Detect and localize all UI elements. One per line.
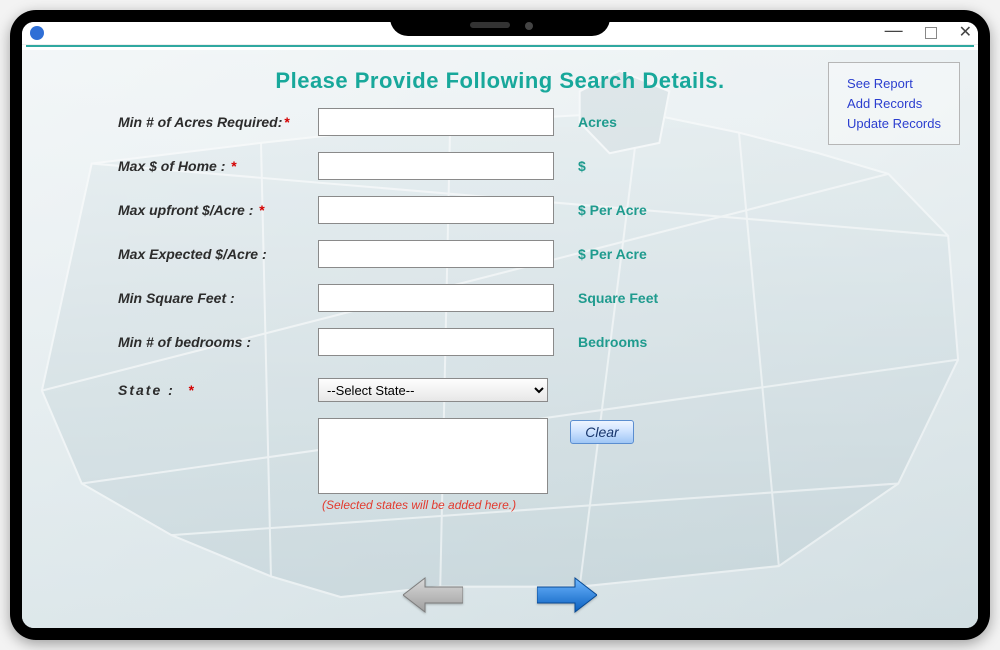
label-min-acres: Min # of Acres Required:* (118, 114, 318, 130)
row-max-expected: Max Expected $/Acre : $ Per Acre (118, 240, 838, 268)
unit-min-acres: Acres (578, 114, 617, 130)
row-min-beds: Min # of bedrooms : Bedrooms (118, 328, 838, 356)
next-button[interactable] (535, 576, 599, 614)
label-min-beds: Min # of bedrooms : (118, 334, 318, 350)
row-max-home: Max $ of Home : * $ (118, 152, 838, 180)
label-max-expected: Max Expected $/Acre : (118, 246, 318, 262)
input-max-expected[interactable] (318, 240, 554, 268)
unit-max-upfront: $ Per Acre (578, 202, 647, 218)
selected-states-listbox[interactable] (318, 418, 548, 494)
row-state: State : * --Select State-- (118, 378, 838, 402)
accent-divider (26, 45, 974, 47)
row-max-upfront: Max upfront $/Acre : * $ Per Acre (118, 196, 838, 224)
unit-min-sqft: Square Feet (578, 290, 658, 306)
search-form: Min # of Acres Required:* Acres Max $ of… (118, 108, 838, 512)
row-min-acres: Min # of Acres Required:* Acres (118, 108, 838, 136)
device-frame: — ✕ (10, 10, 990, 640)
window-controls: — ✕ (885, 24, 972, 42)
input-min-acres[interactable] (318, 108, 554, 136)
input-min-sqft[interactable] (318, 284, 554, 312)
device-notch (390, 10, 610, 36)
unit-max-expected: $ Per Acre (578, 246, 647, 262)
clear-button[interactable]: Clear (570, 420, 634, 444)
selected-states-note: (Selected states will be added here.) (322, 498, 548, 512)
selected-states-area: (Selected states will be added here.) Cl… (318, 418, 838, 512)
row-min-sqft: Min Square Feet : Square Feet (118, 284, 838, 312)
label-max-upfront: Max upfront $/Acre : * (118, 202, 318, 218)
arrow-right-icon (537, 576, 597, 614)
see-report-link[interactable]: See Report (847, 76, 941, 91)
select-state[interactable]: --Select State-- (318, 378, 548, 402)
update-records-link[interactable]: Update Records (847, 116, 941, 131)
add-records-link[interactable]: Add Records (847, 96, 941, 111)
minimize-icon[interactable]: — (885, 22, 903, 39)
app-window: — ✕ (22, 22, 978, 628)
quick-links-panel: See Report Add Records Update Records (828, 62, 960, 145)
app-icon (30, 26, 44, 40)
close-icon[interactable]: ✕ (959, 24, 972, 42)
arrow-left-icon (403, 576, 463, 614)
label-state: State : * (118, 382, 318, 398)
maximize-icon[interactable] (925, 27, 937, 39)
label-max-home: Max $ of Home : * (118, 158, 318, 174)
back-button[interactable] (401, 576, 465, 614)
unit-min-beds: Bedrooms (578, 334, 647, 350)
input-max-home[interactable] (318, 152, 554, 180)
unit-max-home: $ (578, 158, 586, 174)
input-max-upfront[interactable] (318, 196, 554, 224)
navigation-arrows (22, 576, 978, 614)
label-min-sqft: Min Square Feet : (118, 290, 318, 306)
input-min-beds[interactable] (318, 328, 554, 356)
content-area: Please Provide Following Search Details.… (22, 50, 978, 628)
